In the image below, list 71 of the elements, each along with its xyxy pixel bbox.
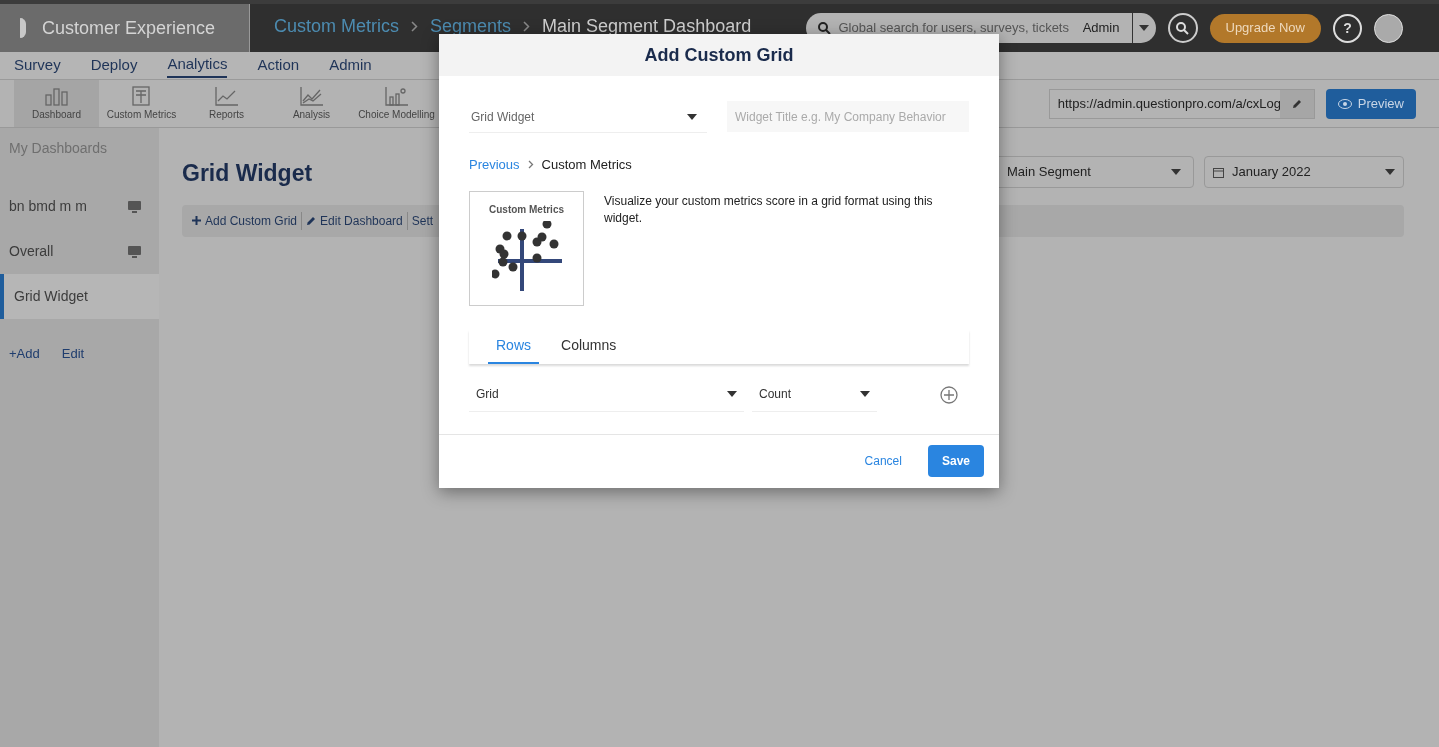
- breadcrumb-link[interactable]: Segments: [430, 17, 512, 35]
- widget-type-dropdown[interactable]: Grid Widget: [469, 101, 707, 133]
- breadcrumb-current: Custom Metrics: [541, 156, 632, 174]
- calendar-icon: [1213, 166, 1224, 178]
- search-scope[interactable]: Admin: [1082, 18, 1132, 38]
- logo-icon[interactable]: [20, 18, 26, 38]
- chart-icon: [382, 85, 411, 107]
- toolbar-button[interactable]: Dashboard: [14, 80, 99, 127]
- widget-title-field[interactable]: Widget Title e.g. My Company Behavior: [727, 101, 969, 132]
- search-placeholder: Global search for users, surveys, tickets: [838, 19, 1070, 38]
- add-circle-icon[interactable]: [940, 385, 958, 404]
- toolbar-button[interactable]: Reports: [184, 80, 269, 127]
- dialog-title: Add Custom Grid: [644, 43, 794, 67]
- measure-dropdown[interactable]: Count: [752, 377, 877, 412]
- menu-tab[interactable]: Survey: [14, 54, 61, 77]
- save-button[interactable]: Save: [927, 445, 984, 477]
- search-icon: [1176, 21, 1189, 35]
- page-title: Grid Widget: [182, 159, 313, 188]
- menu-tab[interactable]: Action: [257, 54, 300, 77]
- monitor-icon: [128, 200, 141, 213]
- eye-icon: [1337, 98, 1352, 109]
- sidebar-item[interactable]: Overall: [0, 229, 159, 274]
- upgrade-button[interactable]: Upgrade Now: [1209, 13, 1321, 43]
- url-field[interactable]: https://admin.questionpro.com/a/cxLog: [1048, 88, 1315, 119]
- menu-tab[interactable]: Admin: [329, 54, 372, 77]
- widget-thumbnail: Custom Metrics: [469, 190, 584, 306]
- edit-button[interactable]: [1279, 89, 1314, 118]
- sidebar-item[interactable]: Grid Widget: [0, 274, 159, 319]
- previous-link[interactable]: Previous: [469, 155, 520, 175]
- period-dropdown[interactable]: January 2022: [1204, 156, 1404, 188]
- dashboard-action[interactable]: Add Custom Grid: [192, 211, 298, 230]
- search-icon: [817, 21, 831, 35]
- menu-tab[interactable]: Deploy: [90, 54, 138, 77]
- caret-icon: [1171, 169, 1181, 175]
- preview-button[interactable]: Preview: [1325, 88, 1416, 119]
- row-field-dropdown[interactable]: Grid: [469, 377, 744, 412]
- widget-description: Visualize your custom metrics score in a grid format using this widget.: [604, 192, 934, 227]
- caret-icon: [727, 391, 737, 397]
- caret-icon: [860, 391, 870, 397]
- chevron-icon: [523, 21, 531, 32]
- caret-icon: [687, 113, 697, 120]
- toolbar-button[interactable]: Custom Metrics: [99, 80, 184, 127]
- cancel-button[interactable]: Cancel: [864, 452, 902, 470]
- line-chart-icon: [212, 85, 241, 107]
- sidebar-heading: My Dashboards: [8, 139, 109, 158]
- monitor-icon: [128, 245, 141, 258]
- scatter-grid-drawing: [491, 220, 562, 291]
- breadcrumb-current: Main Segment Dashboard: [542, 17, 752, 35]
- caret-icon: [1385, 169, 1395, 175]
- grid-tab[interactable]: Columns: [553, 334, 625, 364]
- menu-tab[interactable]: Analytics: [167, 53, 228, 78]
- plus-icon: [192, 216, 201, 225]
- chevron-icon: [411, 21, 418, 32]
- grid-tab[interactable]: Rows: [488, 334, 539, 364]
- help-button[interactable]: ?: [1333, 13, 1362, 43]
- sidebar-action-link[interactable]: Edit: [61, 344, 85, 364]
- bar-chart-icon: [42, 85, 71, 107]
- caret-icon: [1139, 25, 1149, 31]
- breadcrumb-link[interactable]: Custom Metrics: [274, 17, 399, 35]
- sidebar-item[interactable]: bn bmd m m: [0, 184, 159, 229]
- pencil-icon: [1291, 98, 1302, 109]
- dashboard-action[interactable]: Edit Dashboard: [306, 211, 403, 230]
- toolbar-button[interactable]: Choice Modelling: [354, 80, 439, 127]
- toolbar-button[interactable]: Analysis: [269, 80, 354, 127]
- chevron-icon: [527, 160, 534, 170]
- sidebar-action-link[interactable]: +Add: [9, 344, 40, 364]
- search-button[interactable]: [1167, 13, 1198, 43]
- dashboard-action[interactable]: Sett: [411, 211, 434, 230]
- line-chart-icon: [297, 85, 326, 107]
- avatar[interactable]: [1374, 13, 1403, 43]
- pencil-icon: [306, 215, 317, 226]
